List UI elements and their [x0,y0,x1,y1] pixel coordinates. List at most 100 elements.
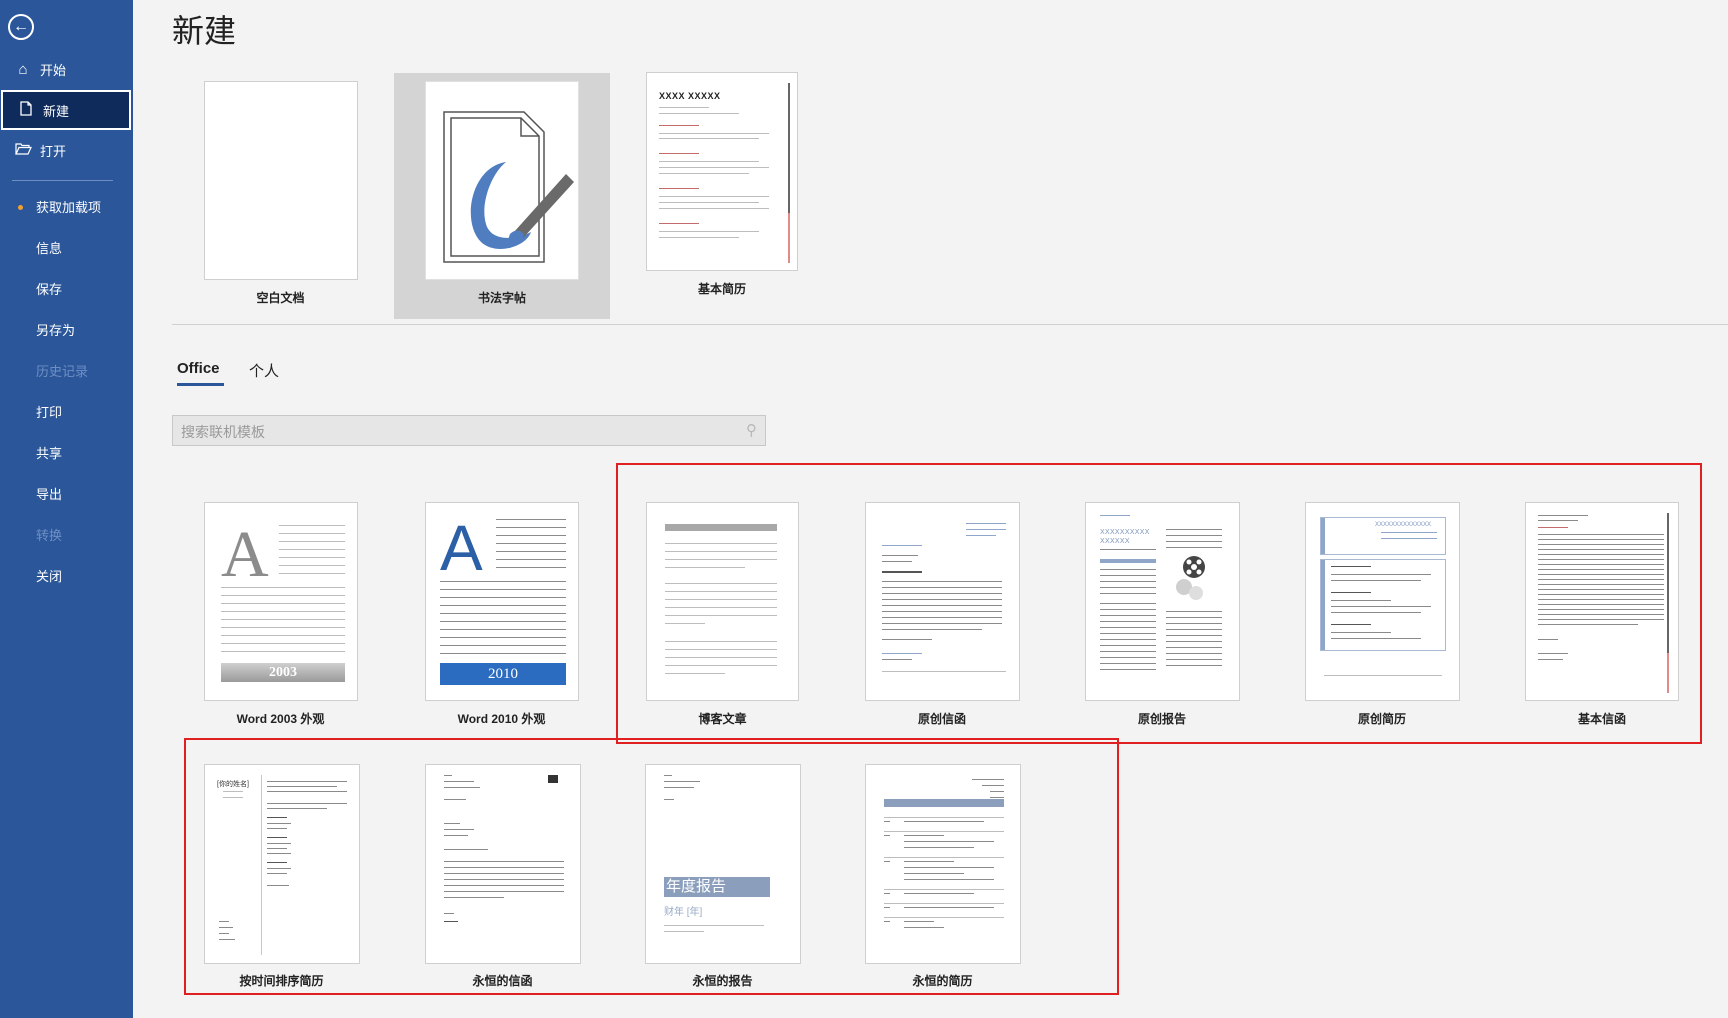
template-calligraphy[interactable]: 书法字帖 [394,73,610,319]
thumb-line [444,921,458,922]
nav-label: 保存 [36,281,63,297]
nav-save[interactable]: 保存 [0,268,133,308]
thumb-line [1538,604,1664,605]
thumb-line [882,571,922,573]
thumb-line [1100,569,1156,570]
thumb-line [1166,541,1222,542]
thumb-line [882,671,1006,672]
thumb-line [1538,569,1664,570]
thumb-line [444,891,564,892]
thumb-line [665,607,777,608]
thumb-line [1538,564,1664,565]
thumb-line [1100,609,1156,610]
nav-home[interactable]: ⌂ 开始 [0,49,133,89]
thumb-line [267,853,291,854]
thumb-line [1100,639,1156,640]
template-basic-resume-featured[interactable]: XXXX XXXXX 基本简历 [645,72,799,302]
template-original-report[interactable]: XXXXXXXXXX XXXXXX 原创报告 [1084,500,1240,730]
thumb-line [279,573,345,574]
template-label: 永恒的信函 [472,974,533,988]
thumb-line [219,927,233,928]
thumb-line [440,597,566,598]
search-online-templates-input[interactable]: 搜索联机模板 ⚲ [172,415,766,446]
template-thumbnail [425,81,579,280]
nav-get-addins[interactable]: 获取加载项 [0,186,133,226]
thumb-line [665,657,777,658]
thumb-subtitle: 财年 [年] [664,907,703,918]
thumb-line [440,653,566,654]
nav-open[interactable]: 打开 [0,130,133,170]
nav-label: 另存为 [36,322,76,338]
thumb-line [1538,619,1664,620]
thumb-line [1538,594,1664,595]
template-label: 基本信函 [1577,712,1626,726]
thumb-line [444,835,468,836]
template-word-2010[interactable]: A 2010 Word 2010 外观 [424,500,579,730]
thumb-line [267,873,287,874]
thumb-line [267,808,327,809]
tab-personal[interactable]: 个人 [249,360,279,381]
nav-close[interactable]: 关闭 [0,555,133,595]
template-word-2003[interactable]: A 2003 Word 2003 外观 [203,500,358,730]
thumb-line [972,779,1004,780]
thumb-line [1166,653,1222,654]
thumb-line [884,903,1004,904]
template-chronological-resume[interactable]: [你的姓名] 按时间排序简历 [203,764,360,994]
thumb-line [665,623,705,624]
template-thumbnail: XXXX XXXXX [646,72,798,271]
thumb-divider [261,775,262,955]
thumb-line [966,529,1006,530]
thumb-line [279,533,345,534]
search-icon[interactable]: ⚲ [746,421,757,439]
thumb-line [1538,639,1558,640]
thumb-line [1538,659,1563,660]
open-folder-icon [12,142,34,159]
nav-info[interactable]: 信息 [0,227,133,267]
thumb-line [990,797,1004,798]
thumb-line [884,857,1004,858]
template-timeless-letter[interactable]: 永恒的信函 [424,764,581,994]
thumb-line [444,913,454,914]
thumb-line [966,523,1006,524]
nav-export[interactable]: 导出 [0,473,133,513]
template-basic-letter[interactable]: 基本信函 [1524,500,1680,730]
thumb-line [440,621,566,622]
thumb-line [440,629,566,630]
template-blank-document[interactable]: 空白文档 [203,79,358,309]
nav-new[interactable]: 新建 [1,90,131,130]
template-label: 永恒的简历 [912,974,973,988]
thumb-line [904,907,994,908]
thumb-line [221,643,345,644]
thumb-line [904,893,974,894]
template-original-letter[interactable]: 原创信函 [864,500,1020,730]
back-arrow-icon[interactable]: ← [8,14,34,40]
template-original-resume[interactable]: XXXXXXXXXXXXXX 原创简历 [1304,500,1460,730]
thumb-line [267,823,291,824]
thumb-line [1166,641,1222,642]
thumb-line [440,637,566,638]
thumb-title: XXXX XXXXX [659,91,721,101]
template-label: 永恒的报告 [692,974,753,988]
thumb-line [444,799,466,800]
thumb-line [659,202,759,203]
template-timeless-report[interactable]: 年度报告 财年 [年] 永恒的报告 [644,764,801,994]
tab-office[interactable]: Office [177,360,220,377]
thumb-line [1538,599,1664,600]
thumb-line [1100,663,1156,664]
thumb-line [221,587,345,588]
thumb-line [904,921,934,922]
nav-save-as[interactable]: 另存为 [0,309,133,349]
nav-print[interactable]: 打印 [0,391,133,431]
thumb-line [664,925,764,926]
thumb-line [1100,593,1156,594]
thumb-line [882,629,982,630]
template-blog-post[interactable]: 博客文章 [645,500,800,730]
thumb-line [659,196,769,197]
nav-label: 开始 [40,62,67,78]
thumb-line [440,613,566,614]
template-timeless-resume[interactable]: 永恒的简历 [864,764,1021,994]
thumb-line [659,161,759,162]
thumb-line [882,587,1002,588]
thumb-line [1166,665,1222,666]
nav-share[interactable]: 共享 [0,432,133,472]
